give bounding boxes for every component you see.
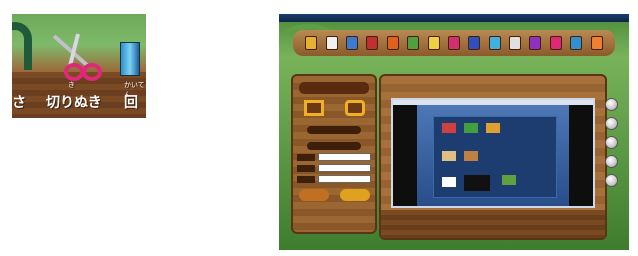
- image-icon[interactable]: [447, 36, 460, 50]
- side-button[interactable]: [605, 98, 618, 111]
- color-icon[interactable]: [468, 36, 481, 50]
- field-row: [297, 153, 371, 161]
- nested-screenshot: [433, 116, 557, 198]
- panel-buttons: [293, 189, 375, 201]
- thumbnail-image: [442, 177, 456, 187]
- thumbnail-image: [464, 123, 478, 133]
- rounded-shape-option[interactable]: [344, 100, 365, 116]
- field-input[interactable]: [318, 175, 371, 183]
- ok-button[interactable]: [339, 189, 370, 201]
- image-icon[interactable]: [427, 36, 440, 50]
- toolbar-label-crop[interactable]: 切りぬき: [46, 92, 102, 112]
- stamp-icon[interactable]: [386, 36, 399, 50]
- folder-icon[interactable]: [305, 36, 318, 50]
- tree-icon: [12, 22, 32, 70]
- side-button-column: [605, 98, 619, 187]
- letterbox-left: [393, 105, 417, 206]
- side-button[interactable]: [605, 174, 618, 187]
- field-input[interactable]: [318, 153, 371, 161]
- size-header: [307, 142, 361, 150]
- canvas-title-bar: [393, 100, 593, 105]
- pencil-icon[interactable]: [325, 36, 338, 50]
- screenshot-collage: き かいてん さ 切りぬき 回: [0, 0, 638, 256]
- thumbnail-image: [502, 175, 516, 185]
- field-label: [297, 164, 315, 172]
- thumbnail-image: [486, 123, 500, 133]
- thumbnail-image: [464, 175, 490, 191]
- preview-canvas[interactable]: [391, 98, 595, 208]
- title-bar: [279, 14, 629, 22]
- work-board: [379, 74, 607, 240]
- thumbnail-image: [442, 123, 456, 133]
- scissors-icon[interactable]: [48, 32, 108, 84]
- side-button[interactable]: [605, 136, 618, 149]
- stamp-icon[interactable]: [366, 36, 379, 50]
- scissors-icon[interactable]: [549, 36, 562, 50]
- shape-options: [293, 100, 375, 116]
- main-toolbar: [293, 30, 615, 56]
- square-shape-option[interactable]: [303, 100, 324, 116]
- field-row: [297, 175, 371, 183]
- options-panel: [291, 74, 377, 234]
- tool-icon[interactable]: [570, 36, 583, 50]
- side-button[interactable]: [605, 155, 618, 168]
- field-row: [297, 164, 371, 172]
- app-window: [279, 14, 629, 250]
- text-icon[interactable]: [509, 36, 522, 50]
- thumbnail-image: [464, 151, 478, 161]
- board-floor: [381, 210, 605, 238]
- toolbar-label-prev: さ: [12, 95, 26, 111]
- letterbox-right: [569, 105, 593, 206]
- side-button[interactable]: [605, 117, 618, 130]
- rotate-icon[interactable]: [529, 36, 542, 50]
- tool-icon[interactable]: [590, 36, 603, 50]
- back-button[interactable]: [298, 189, 329, 201]
- ruby-text: き: [68, 81, 75, 89]
- field-input[interactable]: [318, 164, 371, 172]
- toolbar-label-rotate[interactable]: 回: [124, 92, 138, 112]
- thumbnail-image: [442, 151, 456, 161]
- palette-icon[interactable]: [488, 36, 501, 50]
- crown-icon[interactable]: [345, 36, 358, 50]
- option-bar[interactable]: [307, 126, 361, 134]
- frame-icon[interactable]: [407, 36, 420, 50]
- field-label: [297, 153, 315, 161]
- book-icon[interactable]: [120, 42, 140, 76]
- zoomed-toolbar: き かいてん さ 切りぬき 回: [12, 14, 146, 118]
- panel-title: [299, 82, 369, 94]
- field-label: [297, 175, 315, 183]
